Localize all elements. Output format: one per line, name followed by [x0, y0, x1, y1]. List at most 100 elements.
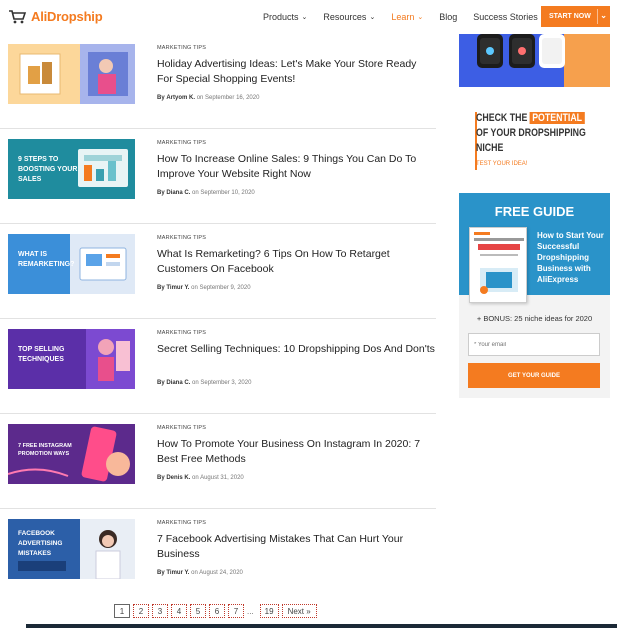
- start-now-button[interactable]: START NOW ⌄: [541, 6, 610, 27]
- nav-success-stories-label: Success Stories: [473, 12, 538, 22]
- next-page-button[interactable]: Next »: [281, 604, 317, 618]
- article-title[interactable]: What Is Remarketing? 6 Tips On How To Re…: [157, 247, 435, 277]
- page-1[interactable]: 1: [114, 604, 130, 618]
- article-item: MARKETING TIPS Holiday Advertising Ideas…: [0, 34, 436, 129]
- logo[interactable]: AliDropship: [8, 9, 103, 24]
- potential-line-1a: CHECK THE: [476, 112, 528, 124]
- meta-on: on: [191, 570, 198, 576]
- article-title[interactable]: 7 Facebook Advertising Mistakes That Can…: [157, 532, 435, 562]
- page-7[interactable]: 7: [228, 604, 244, 618]
- nav-learn-label: Learn: [391, 12, 415, 22]
- meta-by: By: [157, 95, 165, 101]
- article-title[interactable]: How To Promote Your Business On Instagra…: [157, 437, 435, 467]
- article-category[interactable]: MARKETING TIPS: [157, 235, 206, 241]
- article-date: September 16, 2020: [205, 95, 260, 101]
- guide-bonus: + BONUS: 25 niche ideas for 2020: [476, 314, 593, 323]
- article-date: August 24, 2020: [199, 570, 243, 576]
- start-now-label: START NOW: [549, 13, 591, 20]
- article-author[interactable]: Diana C.: [166, 190, 190, 196]
- article-date: August 31, 2020: [200, 475, 244, 481]
- chevron-down-icon: ⌄: [301, 14, 308, 21]
- article-author[interactable]: Diana C.: [166, 380, 190, 386]
- article-author[interactable]: Timur Y.: [166, 285, 189, 291]
- meta-by: By: [157, 190, 165, 196]
- thumbnail-caption: FACEBOOK ADVERTISING MISTAKES: [18, 530, 63, 557]
- logo-text: AliDropship: [31, 9, 103, 24]
- test-idea-link[interactable]: TEST YOUR IDEA!: [476, 161, 527, 167]
- article-item: 9 STEPS TO BOOSTING YOUR SALES MARKETING…: [0, 129, 436, 224]
- site-header: AliDropship Products ⌄ Resources ⌄ Learn ⌄ …: [0, 0, 617, 34]
- article-item: FACEBOOK ADVERTISING MISTAKES MARKETING …: [0, 509, 436, 604]
- page-3[interactable]: 3: [152, 604, 168, 618]
- article-date: September 10, 2020: [200, 190, 255, 196]
- article-author[interactable]: Timur Y.: [166, 570, 189, 576]
- article-meta: By Diana C. on September 3, 2020: [157, 380, 251, 386]
- guide-title: FREE GUIDE: [494, 204, 575, 219]
- nav-products[interactable]: Products ⌄: [263, 12, 307, 22]
- free-guide-widget: FREE GUIDE How to Start Your Successful …: [459, 193, 610, 398]
- nav-resources-label: Resources: [323, 12, 367, 22]
- meta-by: By: [157, 380, 165, 386]
- article-date: September 3, 2020: [200, 380, 252, 386]
- page-4[interactable]: 4: [171, 604, 187, 618]
- thumbnail-caption: 7 FREE INSTAGRAM PROMOTION WAYS: [18, 443, 72, 457]
- article-meta: By Denis K. on August 31, 2020: [157, 475, 244, 481]
- nav-products-label: Products: [263, 12, 299, 22]
- article-category[interactable]: MARKETING TIPS: [157, 45, 206, 51]
- article-thumbnail[interactable]: [8, 44, 135, 104]
- page-2[interactable]: 2: [133, 604, 149, 618]
- meta-by: By: [157, 285, 165, 291]
- sidebar-ad-banner[interactable]: [459, 34, 610, 87]
- meta-by: By: [157, 570, 165, 576]
- article-item: TOP SELLING TECHNIQUES MARKETING TIPS Se…: [0, 319, 436, 414]
- page-6[interactable]: 6: [209, 604, 225, 618]
- article-meta: By Timur Y. on August 24, 2020: [157, 570, 243, 576]
- article-title[interactable]: How To Increase Online Sales: 9 Things Y…: [157, 152, 435, 182]
- nav-blog[interactable]: Blog: [439, 12, 457, 22]
- article-category[interactable]: MARKETING TIPS: [157, 425, 206, 431]
- thumbnail-caption: TOP SELLING TECHNIQUES: [18, 346, 65, 363]
- potential-line-3: NICHE: [476, 142, 504, 154]
- article-item: 7 FREE INSTAGRAM PROMOTION WAYS MARKETIN…: [0, 414, 436, 509]
- nav-success-stories[interactable]: Success Stories: [473, 12, 538, 22]
- article-title[interactable]: Holiday Advertising Ideas: Let's Make Yo…: [157, 57, 435, 87]
- meta-on: on: [192, 380, 199, 386]
- article-thumbnail[interactable]: WHAT IS REMARKETING?: [8, 234, 135, 294]
- article-meta: By Diana C. on September 10, 2020: [157, 190, 255, 196]
- article-author[interactable]: Denis K.: [166, 475, 190, 481]
- guide-description: How to Start Your Successful Dropshippin…: [537, 231, 604, 284]
- article-category[interactable]: MARKETING TIPS: [157, 520, 206, 526]
- article-thumbnail[interactable]: TOP SELLING TECHNIQUES: [8, 329, 135, 389]
- article-thumbnail[interactable]: 9 STEPS TO BOOSTING YOUR SALES: [8, 139, 135, 199]
- nav-learn[interactable]: Learn ⌄: [391, 12, 423, 22]
- potential-line-1: CHECK THE POTENTIAL: [476, 112, 585, 124]
- meta-on: on: [192, 475, 199, 481]
- article-title[interactable]: Secret Selling Techniques: 10 Dropshippi…: [157, 342, 435, 357]
- page-last[interactable]: 19: [259, 604, 279, 618]
- meta-on: on: [191, 285, 198, 291]
- cart-logo-icon: [9, 10, 27, 24]
- nav-resources[interactable]: Resources ⌄: [323, 12, 375, 22]
- thumbnail-caption: WHAT IS REMARKETING?: [18, 251, 75, 268]
- pagination: 1 2 3 4 5 6 7 ... 19 Next »: [114, 604, 320, 618]
- get-guide-button[interactable]: GET YOUR GUIDE: [468, 363, 600, 388]
- niche-potential-banner[interactable]: CHECK THE POTENTIAL OF YOUR DROPSHIPPING…: [459, 112, 610, 174]
- email-field[interactable]: [468, 333, 600, 356]
- article-thumbnail[interactable]: FACEBOOK ADVERTISING MISTAKES: [8, 519, 135, 579]
- article-category[interactable]: MARKETING TIPS: [157, 140, 206, 146]
- chevron-down-icon: ⌄: [600, 11, 607, 20]
- article-meta: By Artyom K. on September 16, 2020: [157, 95, 259, 101]
- page-5[interactable]: 5: [190, 604, 206, 618]
- article-item: WHAT IS REMARKETING? MARKETING TIPS What…: [0, 224, 436, 319]
- article-date: September 9, 2020: [199, 285, 251, 291]
- article-thumbnail[interactable]: 7 FREE INSTAGRAM PROMOTION WAYS: [8, 424, 135, 484]
- article-author[interactable]: Artyom K.: [166, 95, 195, 101]
- ebook-cover-icon: [474, 232, 524, 294]
- potential-line-2: OF YOUR DROPSHIPPING: [476, 127, 586, 139]
- chevron-down-icon: ⌄: [369, 14, 376, 21]
- chevron-down-icon: ⌄: [417, 14, 424, 21]
- article-meta: By Timur Y. on September 9, 2020: [157, 285, 251, 291]
- article-category[interactable]: MARKETING TIPS: [157, 330, 206, 336]
- holiday-illustration-icon: [8, 44, 135, 104]
- footer-strip: [26, 624, 617, 628]
